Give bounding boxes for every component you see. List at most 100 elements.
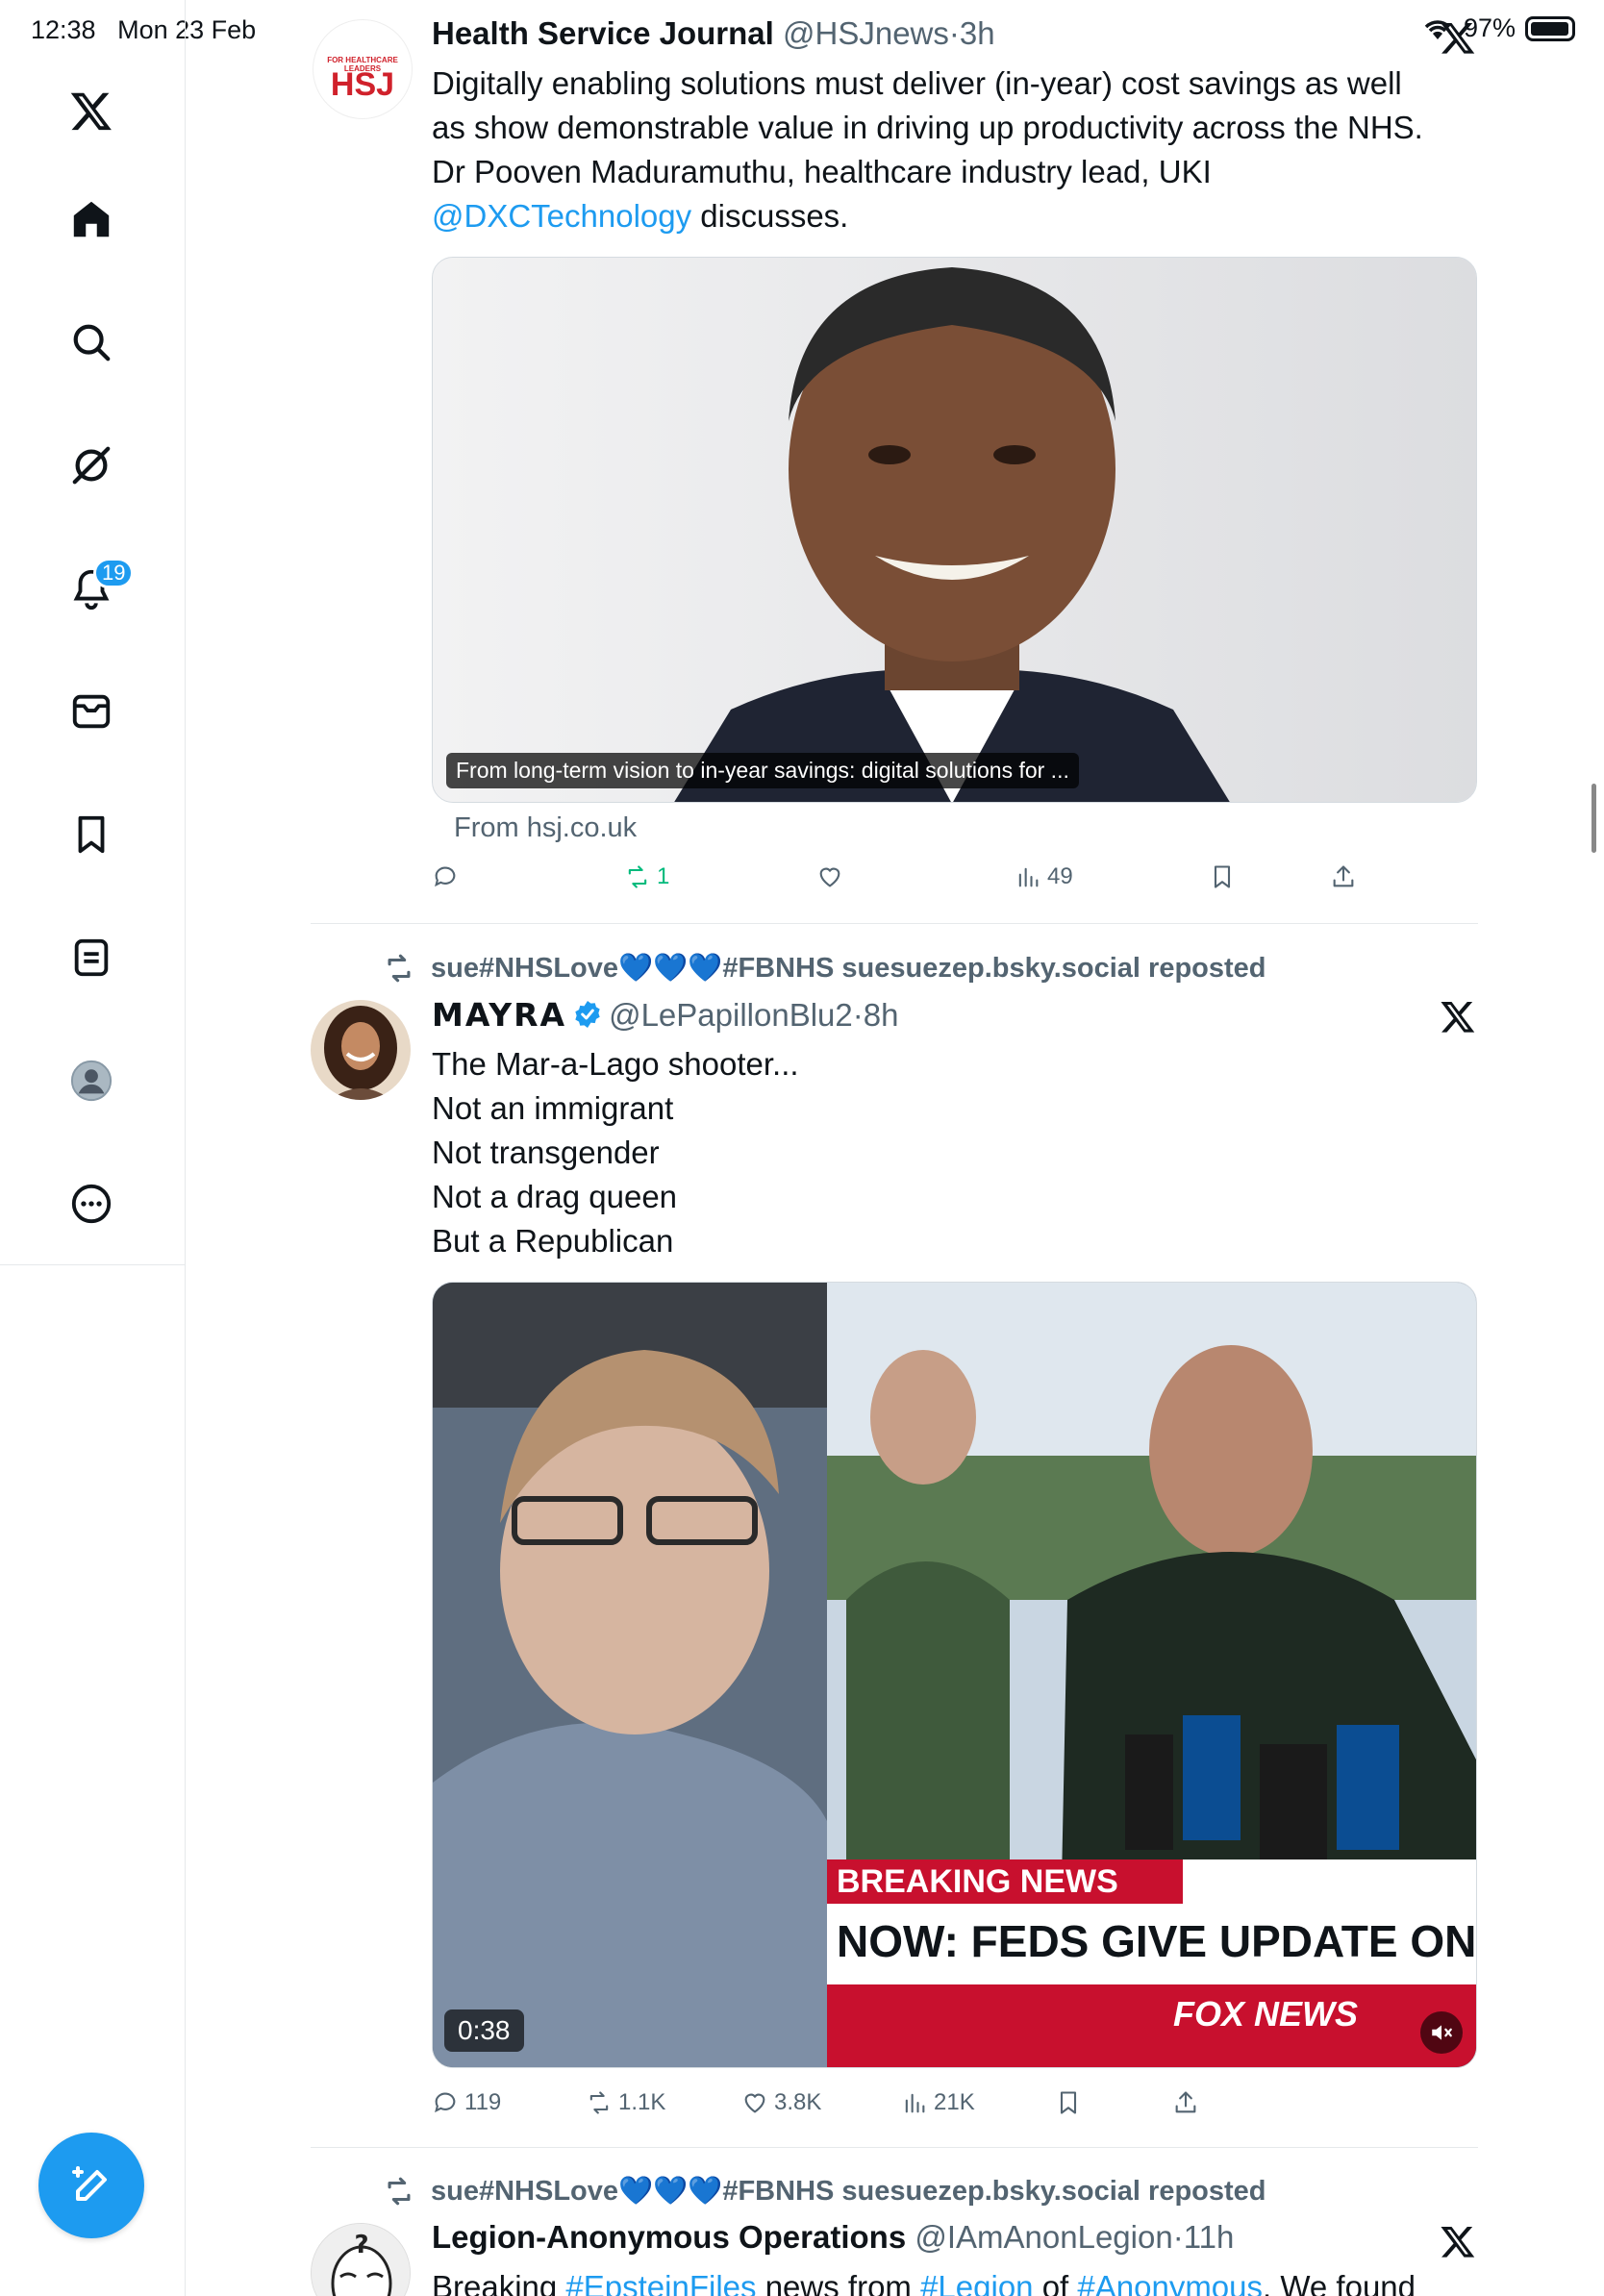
reply-icon [435,2092,456,2113]
post-text-line: Not transgender [432,1135,660,1170]
x-source-icon[interactable] [1440,998,1476,1035]
repost-icon [589,2091,609,2114]
battery-level [1531,21,1568,36]
home-icon[interactable] [63,190,120,248]
x-logo-icon[interactable] [63,82,120,139]
post-body: The Mar-a-Lago shooter... Not an immigra… [432,1042,1490,1263]
hsj-logo-text: HSJ [330,66,395,103]
verified-badge-icon [575,1001,600,1028]
bookmarks-icon[interactable] [63,806,120,863]
sidebar-divider [0,1264,186,1265]
card-source[interactable]: From hsj.co.uk [454,812,637,844]
post-body: Digitally enabling solutions must delive… [432,62,1490,238]
action-bar: 1 49 [432,863,1393,902]
bookmark-button[interactable] [1209,863,1236,890]
share-icon [1333,865,1354,887]
repost-button[interactable]: 1 [624,863,669,890]
author-name[interactable]: Legion-Anonymous Operations [432,2219,906,2255]
mute-button[interactable] [1420,2011,1463,2054]
share-button[interactable] [1330,863,1357,890]
post-time[interactable]: 11h [1184,2219,1235,2255]
post-divider [311,923,1478,924]
post-text-line: as show demonstrable value in driving up… [432,110,1423,145]
portrait-photo [433,258,1476,802]
messages-icon[interactable] [63,683,120,740]
hashtag-link[interactable]: #Legion [920,2269,1033,2296]
post-text-part: . We found [1263,2269,1416,2296]
share-icon [1175,2091,1196,2113]
post-text-tail: discusses. [691,198,849,234]
avatar-photo [311,1000,411,1100]
share-button[interactable] [1172,2089,1199,2116]
video-duration: 0:38 [444,2009,524,2052]
x-source-icon[interactable] [1440,19,1476,56]
author-handle[interactable]: @LePapillonBlu2 [609,997,853,1033]
repost-context-icon [388,2177,411,2206]
search-icon[interactable] [63,313,120,371]
repost-context-icon [388,954,411,983]
x-source-icon[interactable] [1440,2223,1476,2259]
reply-count: 119 [464,2089,502,2115]
video-player[interactable]: BREAKING NEWS NOW: FEDS GIVE UPDATE ON S… [432,1282,1477,2068]
lists-icon[interactable] [63,929,120,986]
heart-icon [744,2093,765,2113]
reply-button[interactable] [432,863,464,890]
repost-count: 1 [657,863,670,889]
news-headline: NOW: FEDS GIVE UPDATE ON SHOO [837,1916,1477,1966]
author-name[interactable]: MAYRA [432,996,566,1034]
heart-icon [819,867,840,887]
card-caption: From long-term vision to in-year savings… [446,753,1079,788]
grok-icon[interactable] [63,437,120,494]
avatar-mayra[interactable] [311,1000,411,1100]
bookmark-button[interactable] [1055,2089,1082,2116]
reply-button[interactable]: 119 [432,2089,501,2116]
compose-icon [72,2166,107,2201]
compose-button[interactable] [38,2133,144,2238]
repost-icon [628,865,647,888]
post-divider [311,2147,1478,2148]
repost-context-text: sue#NHSLove💙💙💙#FBNHS suesuezep.bsky.soci… [431,2176,1266,2207]
action-bar: 119 1.1K 3.8K 21K [432,2089,1393,2128]
profile-icon[interactable] [63,1052,120,1110]
avatar-legion[interactable]: ? [311,2223,411,2296]
like-button[interactable] [816,863,849,890]
link-card-image[interactable]: From long-term vision to in-year savings… [432,257,1477,803]
repost-button[interactable]: 1.1K [586,2089,665,2116]
repost-count: 1.1K [618,2089,666,2115]
repost-context-text: sue#NHSLove💙💙💙#FBNHS suesuezep.bsky.soci… [431,953,1266,984]
post-text-line: But a Republican [432,1223,674,1259]
views-button[interactable]: 49 [1015,863,1073,890]
bookmark-icon [1060,2091,1077,2114]
views-icon [1018,867,1039,887]
battery-icon [1525,15,1575,41]
post-header: Legion-Anonymous Operations @IAmAnonLegi… [432,2219,1235,2255]
view-count: 49 [1047,863,1073,889]
avatar-hsj[interactable]: FOR HEALTHCARE LEADERS HSJ [313,19,413,119]
repost-context[interactable]: sue#NHSLove💙💙💙#FBNHS suesuezep.bsky.soci… [383,952,1266,985]
repost-context[interactable]: sue#NHSLove💙💙💙#FBNHS suesuezep.bsky.soci… [383,2175,1266,2208]
like-count: 3.8K [774,2089,822,2115]
sidebar: 19 [0,0,186,2296]
hashtag-link[interactable]: #EpsteinFiles [565,2269,756,2296]
mention-link[interactable]: @DXCTechnology [432,198,691,234]
view-count: 21K [934,2089,975,2115]
hashtag-link[interactable]: #Anonymous [1077,2269,1263,2296]
author-handle[interactable]: @IAmAnonLegion [915,2219,1172,2255]
like-button[interactable]: 3.8K [741,2089,821,2116]
bookmark-icon [1214,865,1231,888]
reply-icon [435,866,456,887]
post-text-part: news from [756,2269,921,2296]
post-body: Breaking #EpsteinFiles news from #Legion… [432,2265,1490,2296]
post-text-part: Breaking [432,2269,566,2296]
post-text-line: Not a drag queen [432,1179,678,1214]
author-handle[interactable]: @HSJnews [783,15,949,51]
post-header: MAYRA @LePapillonBlu2·8h [432,996,899,1034]
scrollbar[interactable] [1591,784,1596,853]
more-icon[interactable] [63,1175,120,1233]
post-time[interactable]: 3h [960,15,995,51]
post-time[interactable]: 8h [864,997,899,1033]
views-button[interactable]: 21K [901,2089,975,2116]
post-text-line: Digitally enabling solutions must delive… [432,65,1402,101]
breaking-news-banner: BREAKING NEWS [837,1863,1118,1900]
author-name[interactable]: Health Service Journal [432,15,774,51]
